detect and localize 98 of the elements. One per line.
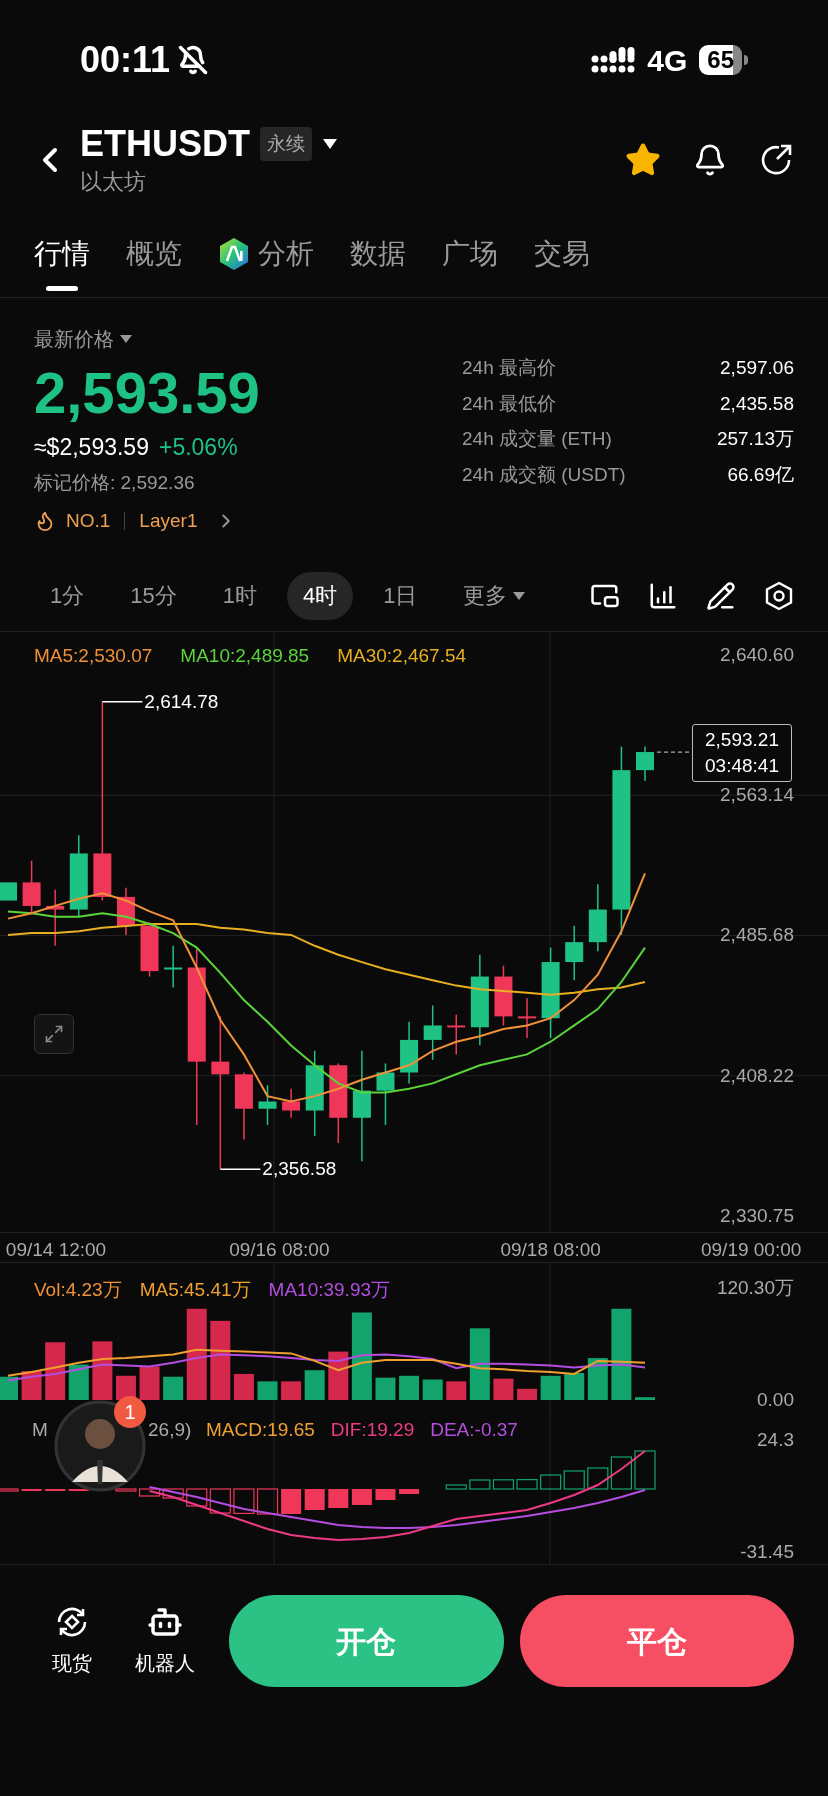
pair-symbol[interactable]: ETHUSDT: [80, 122, 250, 166]
price-axis-label: 2,408.22: [720, 1064, 794, 1087]
shortcut-button[interactable]: 现货: [34, 1604, 110, 1678]
last-price: 2,593.59: [34, 359, 260, 427]
interval-tab[interactable]: 1日: [367, 571, 434, 620]
stat-value: 66.69亿: [727, 462, 794, 487]
avatar[interactable]: [54, 1400, 146, 1492]
price-change: +5.06%: [158, 433, 238, 462]
draw-icon[interactable]: [706, 580, 736, 611]
interval-tab[interactable]: 4时: [287, 571, 354, 620]
candlestick: [565, 925, 584, 981]
macd-axis-label: 24.3: [757, 1429, 794, 1452]
candlestick: [423, 1004, 442, 1061]
legend-label: Vol:4.23万: [34, 1278, 122, 1302]
candlestick: [282, 1088, 301, 1119]
price-type-label[interactable]: 最新价格: [34, 324, 114, 354]
section-tab[interactable]: 分析: [218, 210, 314, 297]
stat-label: 24h 成交量 (ETH): [462, 427, 612, 451]
macd-axis-label: -31.45: [740, 1540, 794, 1563]
settings-icon[interactable]: [764, 580, 794, 611]
candlestick: [0, 881, 17, 902]
high-price-label: 2,614.78: [144, 690, 219, 713]
battery-indicator: 65: [699, 45, 742, 75]
time-axis-label: 09/14 12:00: [4, 1238, 108, 1262]
legend-label: MA30:2,467.54: [337, 644, 467, 668]
low-price-label: 2,356.58: [262, 1158, 337, 1181]
stat-value: 2,435.58: [720, 391, 794, 416]
countdown-label: 03:48:41: [705, 754, 779, 779]
interval-tab[interactable]: 更多: [447, 571, 542, 620]
contract-badge: 永续: [260, 126, 312, 162]
hexagon-icon: [218, 236, 250, 271]
price-axis-label: 2,640.60: [720, 644, 794, 666]
interval-tab[interactable]: 1时: [206, 571, 273, 620]
leader-line: [219, 1168, 262, 1170]
favorite-icon[interactable]: [625, 142, 661, 178]
price-axis-label: 2,563.14: [720, 784, 794, 807]
caret-icon[interactable]: [120, 335, 132, 343]
mark-price: 标记价格: 2,592.36: [34, 470, 196, 495]
legend-label: MA10:39.93万: [268, 1278, 391, 1302]
mute-icon: [178, 45, 209, 75]
stat-value: 257.13万: [716, 427, 794, 451]
legend-label: MA5:45.41万: [139, 1278, 251, 1302]
network-label: 4G: [647, 42, 688, 79]
coin-name: 以太坊: [80, 168, 147, 196]
candlestick: [116, 887, 135, 936]
expand-icon: [44, 1024, 64, 1044]
section-tab[interactable]: 广场: [442, 210, 498, 297]
sector-tag[interactable]: Layer1: [139, 507, 198, 536]
candlestick: [518, 997, 537, 1039]
stat-label: 24h 成交额 (USDT): [462, 462, 626, 487]
notification-badge: 1: [114, 1396, 146, 1428]
time-axis-label: 09/16 08:00: [228, 1238, 331, 1262]
macd-label-fragment: M: [32, 1418, 48, 1442]
legend-label: DIF:19.29: [330, 1418, 415, 1442]
legend-label: MACD:19.65: [206, 1418, 315, 1442]
candlestick: [494, 964, 513, 1027]
section-tab[interactable]: 数据: [350, 210, 406, 297]
time-axis-label: 09/18 08:00: [499, 1238, 602, 1262]
rank-tag[interactable]: NO.1: [66, 507, 111, 536]
alert-icon[interactable]: [693, 143, 727, 177]
legend-label: MA5:2,530.07: [34, 644, 153, 668]
volume-axis-label: 120.30万: [716, 1277, 794, 1299]
legend-label: DEA:-0.37: [430, 1418, 518, 1442]
candlestick: [447, 1013, 466, 1056]
stat-label: 24h 最低价: [462, 391, 556, 416]
interval-tab[interactable]: 1分: [34, 571, 101, 620]
candlestick: [164, 945, 183, 989]
time-axis-label: 09/19 00:00: [699, 1238, 803, 1262]
candlestick: [588, 883, 607, 952]
share-icon[interactable]: [759, 143, 793, 177]
current-price-label: 2,593.21: [705, 728, 779, 753]
leader-line: [101, 701, 144, 703]
interval-tab[interactable]: 15分: [114, 571, 193, 620]
expand-button[interactable]: [34, 1014, 74, 1054]
section-tab[interactable]: 交易: [534, 210, 590, 297]
volume-axis-label: 0.00: [757, 1389, 794, 1411]
section-tab[interactable]: 行情: [34, 210, 90, 297]
candlestick: [140, 921, 159, 978]
candlestick: [636, 745, 654, 782]
signal-icon: [591, 45, 636, 75]
status-time: 00:11: [80, 38, 171, 82]
usd-price: ≈$2,593.59: [34, 433, 149, 462]
caret-icon[interactable]: [322, 138, 338, 150]
candlestick: [234, 1071, 253, 1141]
candlestick: [400, 1021, 419, 1085]
price-axis-label: 2,485.68: [720, 924, 794, 947]
section-tab[interactable]: 概览: [126, 210, 182, 297]
legend-label: MA10:2,489.85: [180, 644, 310, 668]
macd-label-fragment: 26,9): [148, 1418, 192, 1442]
shortcut-button[interactable]: 机器人: [127, 1604, 204, 1678]
candlestick: [22, 859, 41, 914]
candlestick: [376, 1062, 395, 1126]
candlestick: [258, 1084, 277, 1126]
stat-value: 2,597.06: [720, 356, 794, 380]
candlestick: [46, 888, 65, 947]
stat-label: 24h 最高价: [462, 356, 556, 380]
price-axis-label: 2,330.75: [720, 1205, 794, 1227]
caret-icon: [513, 591, 526, 600]
